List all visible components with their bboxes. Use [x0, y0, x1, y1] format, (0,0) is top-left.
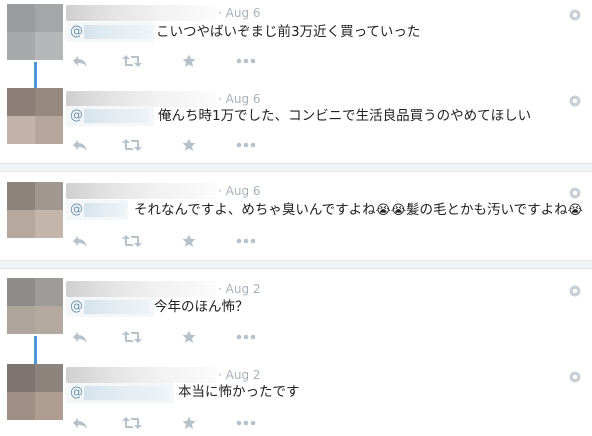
settings-icon[interactable]: [569, 187, 581, 199]
mention-redacted[interactable]: @: [66, 106, 154, 126]
more-button[interactable]: [236, 232, 256, 250]
like-icon: [182, 234, 196, 247]
tweet-text: それなんですよ、めちゃ臭いんですよね😭😭髪の毛とかも汚いですよね😭: [134, 200, 583, 221]
tweet-3: · Aug 6 @ それなんですよ、めちゃ臭いんですよね😭😭髪の毛とかも汚いです…: [0, 178, 592, 258]
more-button[interactable]: [236, 328, 256, 346]
retweet-icon: [122, 139, 142, 151]
tweet-4: · Aug 2 @ 今年のほん怖？: [0, 276, 592, 356]
more-button[interactable]: [236, 414, 256, 432]
username-redacted[interactable]: [66, 281, 216, 297]
reply-icon: [73, 418, 87, 429]
tweet-date[interactable]: · Aug 6: [218, 184, 261, 198]
mention-redacted[interactable]: @: [66, 22, 154, 42]
reply-button[interactable]: [72, 136, 88, 154]
tweet-actions: [66, 414, 286, 432]
retweet-button[interactable]: [122, 328, 142, 346]
mention-blur: [84, 386, 170, 400]
username-redacted[interactable]: [66, 183, 216, 199]
mention-blur: [84, 300, 150, 314]
retweet-icon: [122, 417, 142, 429]
mention-at: @: [70, 108, 83, 123]
more-icon: [236, 334, 256, 340]
avatar[interactable]: [7, 364, 63, 420]
reply-icon: [73, 332, 87, 343]
tweet-actions: [66, 136, 286, 154]
conversation-divider: [0, 163, 592, 172]
like-button[interactable]: [182, 414, 196, 432]
tweet-5: · Aug 2 @ 本当に怖かったです: [0, 364, 592, 436]
like-button[interactable]: [182, 232, 196, 250]
retweet-icon: [122, 235, 142, 247]
retweet-button[interactable]: [122, 414, 142, 432]
mention-blur: [84, 109, 150, 123]
avatar[interactable]: [7, 278, 63, 334]
mention-redacted[interactable]: @: [66, 383, 174, 403]
tweet-text-part-1: それなんですよ、めちゃ臭いんですよね: [134, 202, 376, 218]
reply-button[interactable]: [72, 414, 88, 432]
tweet-actions: [66, 232, 286, 250]
tweet-text: 俺んち時1万でした、コンビニで生活良品買うのやめてほしい: [158, 108, 532, 124]
like-icon: [182, 330, 196, 343]
mention-blur: [84, 25, 150, 39]
crying-emoji-icon: 😭😭: [375, 203, 407, 218]
like-button[interactable]: [182, 136, 196, 154]
tweet-1: · Aug 6 @ こいつやばいぞまじ前3万近く買っていった: [0, 0, 592, 80]
more-button[interactable]: [236, 52, 256, 70]
username-redacted[interactable]: [66, 5, 216, 21]
retweet-button[interactable]: [122, 232, 142, 250]
tweet-date[interactable]: · Aug 6: [218, 92, 261, 106]
settings-icon[interactable]: [569, 371, 581, 383]
retweet-button[interactable]: [122, 52, 142, 70]
tweet-date[interactable]: · Aug 2: [218, 368, 261, 382]
crying-emoji-icon: 😭: [567, 203, 583, 218]
more-button[interactable]: [236, 136, 256, 154]
retweet-icon: [122, 55, 142, 67]
settings-icon[interactable]: [569, 9, 581, 21]
reply-button[interactable]: [72, 232, 88, 250]
more-icon: [236, 142, 256, 148]
more-icon: [236, 238, 256, 244]
mention-at: @: [70, 24, 83, 39]
settings-icon[interactable]: [569, 95, 581, 107]
tweet-date[interactable]: · Aug 6: [218, 6, 261, 20]
avatar[interactable]: [7, 4, 63, 60]
avatar[interactable]: [7, 182, 63, 238]
like-icon: [182, 138, 196, 151]
tweet-actions: [66, 328, 286, 346]
mention-redacted[interactable]: @: [66, 297, 154, 317]
tweet-date[interactable]: · Aug 2: [218, 282, 261, 296]
mention-at: @: [70, 202, 83, 217]
tweet-text: こいつやばいぞまじ前3万近く買っていった: [156, 24, 421, 40]
avatar[interactable]: [7, 88, 63, 144]
like-icon: [182, 416, 196, 429]
more-icon: [236, 58, 256, 64]
reply-icon: [73, 140, 87, 151]
tweet-2: · Aug 6 @ 俺んち時1万でした、コンビニで生活良品買うのやめてほしい: [0, 88, 592, 166]
like-icon: [182, 54, 196, 67]
reply-button[interactable]: [72, 52, 88, 70]
more-icon: [236, 420, 256, 426]
conversation-divider: [0, 260, 592, 269]
reply-icon: [73, 56, 87, 67]
username-redacted[interactable]: [66, 367, 216, 383]
reply-icon: [73, 236, 87, 247]
retweet-button[interactable]: [122, 136, 142, 154]
username-redacted[interactable]: [66, 91, 216, 107]
tweet-text: 今年のほん怖？: [154, 299, 249, 315]
like-button[interactable]: [182, 328, 196, 346]
tweet-actions: [66, 52, 286, 70]
tweet-text: 本当に怖かったです: [178, 384, 300, 400]
mention-at: @: [70, 299, 83, 314]
retweet-icon: [122, 331, 142, 343]
settings-icon[interactable]: [569, 285, 581, 297]
like-button[interactable]: [182, 52, 196, 70]
mention-redacted[interactable]: @: [66, 200, 128, 220]
mention-blur: [84, 203, 126, 217]
tweet-text-part-2: 髪の毛とかも汚いですよね: [406, 202, 568, 218]
reply-button[interactable]: [72, 328, 88, 346]
mention-at: @: [70, 385, 83, 400]
